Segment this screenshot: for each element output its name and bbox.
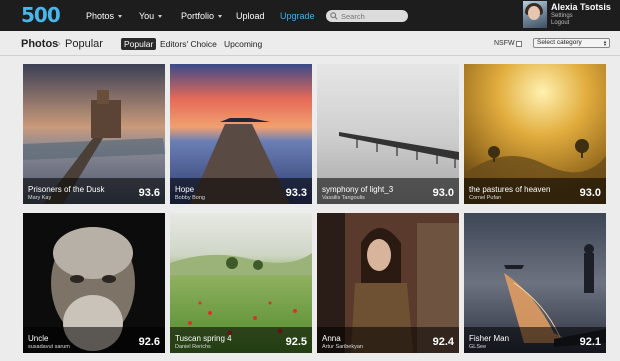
breadcrumb-photos[interactable]: Photos: [21, 38, 58, 50]
photo-card[interactable]: the pastures of heaven Cornel Pufan 93.0: [464, 64, 606, 204]
photo-score: 93.3: [285, 187, 307, 199]
nav-you-label: You: [139, 11, 155, 21]
tab-upcoming[interactable]: Upcoming: [224, 38, 262, 50]
photo-author[interactable]: Cornel Pufan: [469, 195, 501, 201]
photo-card[interactable]: Fisher Man GLSee 92.1: [464, 213, 606, 353]
nav-you-menu[interactable]: You: [139, 11, 163, 21]
nsfw-toggle[interactable]: NSFW: [494, 40, 522, 47]
photo-author[interactable]: GLSee: [469, 344, 486, 350]
photo-title[interactable]: Prisoners of the Dusk: [28, 185, 104, 194]
top-nav-bar: 500 Photos You Portfolio Upload Upgrade …: [0, 0, 620, 31]
photo-card[interactable]: Tuscan spring 4 Daniel Rerichs 92.5: [170, 213, 312, 353]
nsfw-checkbox[interactable]: [515, 40, 522, 47]
tab-popular[interactable]: Popular: [121, 38, 157, 50]
photo-title[interactable]: the pastures of heaven: [469, 185, 550, 194]
category-select-value: Select category: [537, 39, 582, 46]
photo-score: 93.6: [138, 187, 160, 199]
chevron-down-icon: [158, 15, 163, 18]
nav-photos-menu[interactable]: Photos: [86, 11, 123, 21]
user-name[interactable]: Alexia Tsotsis: [551, 2, 611, 12]
user-avatar[interactable]: [523, 1, 547, 28]
search-box[interactable]: [326, 10, 408, 22]
photo-author[interactable]: susadavut sarum: [28, 344, 70, 350]
nav-photos-label: Photos: [86, 11, 115, 21]
category-select[interactable]: Select category ▲ ▼: [533, 38, 610, 48]
photo-title[interactable]: Tuscan spring 4: [175, 334, 232, 343]
tab-editors-choice[interactable]: Editors' Choice: [160, 38, 217, 50]
photo-card[interactable]: Uncle susadavut sarum 92.6: [23, 213, 165, 353]
photo-score: 92.1: [579, 336, 601, 348]
photo-card[interactable]: symphony of light_3 Vassilis Tangoulis 9…: [317, 64, 459, 204]
photo-score: 93.0: [579, 187, 601, 199]
search-input[interactable]: [341, 11, 407, 21]
nav-portfolio-label: Portfolio: [181, 11, 215, 21]
photo-title[interactable]: Hope: [175, 185, 194, 194]
photo-title[interactable]: Uncle: [28, 334, 48, 343]
settings-link[interactable]: Settings: [551, 13, 573, 19]
photo-author[interactable]: Vassilis Tangoulis: [322, 195, 365, 201]
breadcrumb-current: Popular: [65, 38, 103, 50]
photo-score: 92.4: [432, 336, 454, 348]
photo-title[interactable]: Fisher Man: [469, 334, 509, 343]
nav-upload-link[interactable]: Upload: [236, 11, 265, 21]
logout-link[interactable]: Logout: [551, 20, 569, 26]
site-logo[interactable]: 500: [21, 4, 61, 26]
photo-score: 93.0: [432, 187, 454, 199]
nav-portfolio-menu[interactable]: Portfolio: [181, 11, 223, 21]
photo-card[interactable]: Prisoners of the Dusk Mary Kay 93.6: [23, 64, 165, 204]
photo-author[interactable]: Bobby Bong: [175, 195, 205, 201]
photo-title[interactable]: Anna: [322, 334, 341, 343]
nav-upload-label: Upload: [236, 11, 265, 21]
photo-author[interactable]: Mary Kay: [28, 195, 51, 201]
search-icon: [330, 12, 338, 20]
nav-upgrade-label: Upgrade: [280, 11, 315, 21]
chevron-down-icon: [118, 15, 123, 18]
photo-card[interactable]: Hope Bobby Bong 93.3: [170, 64, 312, 204]
photo-title[interactable]: symphony of light_3: [322, 185, 393, 194]
photo-score: 92.6: [138, 336, 160, 348]
nsfw-label: NSFW: [494, 40, 515, 47]
photo-card[interactable]: Anna Artur Saribekyan 92.4: [317, 213, 459, 353]
photo-score: 92.5: [285, 336, 307, 348]
nav-upgrade-link[interactable]: Upgrade: [280, 11, 315, 21]
photo-author[interactable]: Artur Saribekyan: [322, 344, 363, 350]
breadcrumb-separator-icon: ›: [57, 38, 61, 50]
photo-author[interactable]: Daniel Rerichs: [175, 344, 211, 350]
select-arrows-icon: ▲ ▼: [603, 39, 607, 47]
chevron-down-icon: [218, 15, 223, 18]
